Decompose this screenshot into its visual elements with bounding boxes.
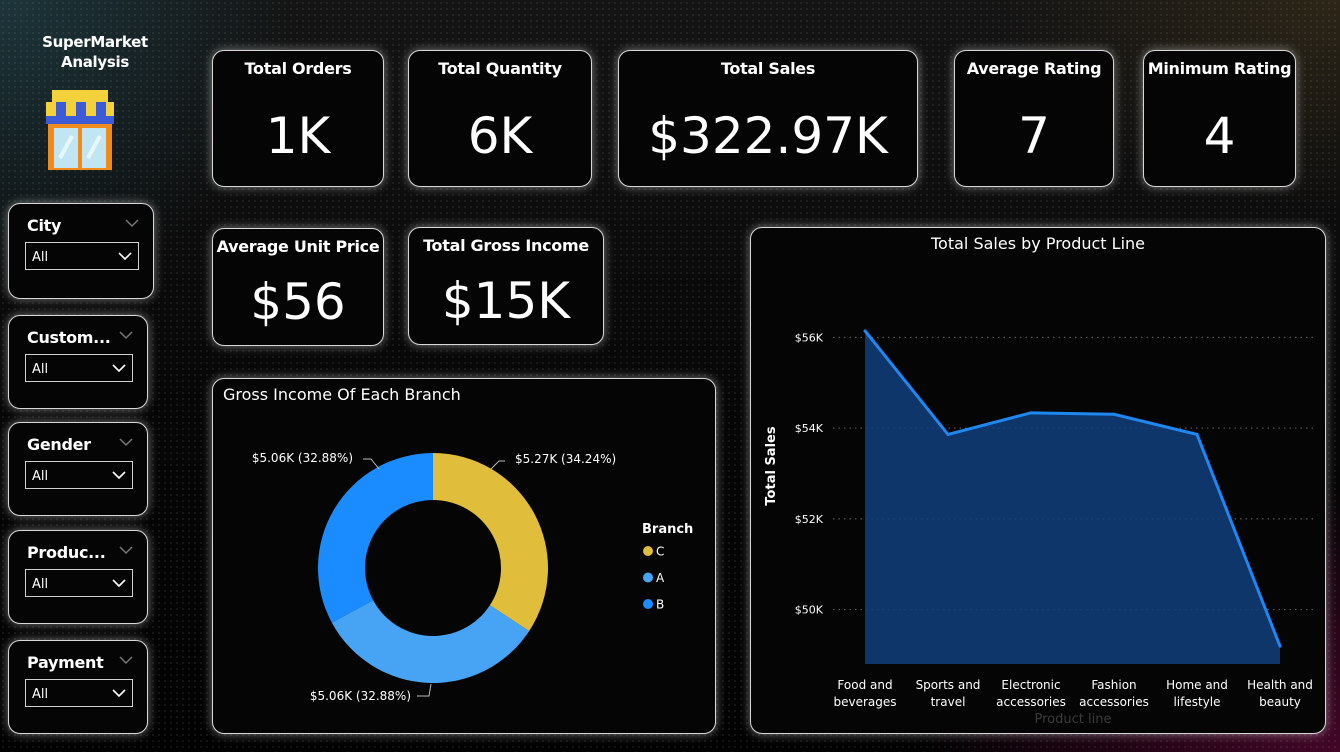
legend-marker [643,599,653,609]
slicer-gender: Gender All [8,422,148,516]
kpi-total-gross-income: Total Gross Income $15K [408,227,604,345]
kpi-value: 6K [467,107,533,165]
chevron-down-icon[interactable] [119,437,133,447]
kpi-total-orders: Total Orders 1K [212,50,384,187]
product-line-dropdown[interactable]: All [25,569,133,597]
chevron-down-icon [112,364,126,373]
app-title-line2: Analysis [61,53,129,71]
data-point[interactable] [1112,412,1116,416]
y-tick-label: $52K [795,513,824,526]
x-tick-label: Electronic accessories [996,678,1066,709]
chevron-down-icon[interactable] [125,218,139,228]
kpi-average-unit-price: Average Unit Price $56 [212,228,384,346]
kpi-average-rating: Average Rating 7 [954,50,1114,187]
x-tick-label: Sports and travel [916,678,981,709]
data-label: $5.06K (32.88%) [252,451,353,465]
x-tick-label: Home and lifestyle [1166,678,1228,709]
slicer-payment: Payment All [8,640,148,734]
chevron-down-icon [112,579,126,588]
leader-line [417,683,432,697]
data-label: $5.27K (34.24%) [515,452,616,466]
data-point[interactable] [1029,411,1033,415]
legend-item-c[interactable]: C [656,545,664,559]
kpi-total-quantity: Total Quantity 6K [408,50,592,187]
data-point[interactable] [1195,432,1199,436]
data-point[interactable] [946,432,950,436]
dropdown-value: All [32,250,49,265]
x-tick-label: Food and beverages [833,678,896,709]
kpi-label: Total Sales [720,59,816,78]
city-dropdown[interactable]: All [25,242,139,270]
slicer-label: City [27,216,62,235]
slicer-customer-type: Custom... All [8,315,148,409]
kpi-label: Minimum Rating [1147,59,1292,78]
slicer-label: Gender [27,435,91,454]
sales-by-product-line-chart: Total Sales by Product Line $50K $52K $54K… [750,227,1326,734]
leader-line [490,460,505,470]
legend-item-b[interactable]: B [656,598,664,612]
app-title: SuperMarket Analysis [10,32,180,72]
chevron-down-icon[interactable] [119,330,133,340]
kpi-value: 4 [1203,107,1236,165]
slicer-city: City All [8,203,154,299]
kpi-label: Average Rating [966,59,1102,78]
area-chart-svg: $50K $52K $54K $56K Food and beverages Sports… [764,329,1313,727]
kpi-label: Total Gross Income [423,236,589,255]
legend-marker [643,546,653,556]
donut-slice-c[interactable] [433,453,548,632]
chevron-down-icon [118,252,132,261]
x-tick-label: Fashion accessories [1079,678,1149,709]
legend-item-a[interactable]: A [656,571,665,585]
data-point[interactable] [1278,644,1282,648]
slicer-product-line: Produc... All [8,530,148,624]
dropdown-value: All [32,469,49,484]
data-point[interactable] [863,329,867,333]
kpi-value: 7 [1018,107,1050,165]
kpi-minimum-rating: Minimum Rating 4 [1143,50,1296,187]
kpi-value: $322.97K [648,107,888,165]
donut-chart-svg: $5.27K (34.24%) $5.06K (32.88%) $5.06K (32… [252,451,693,703]
slicer-label: Produc... [27,543,106,562]
legend-marker [643,572,653,583]
kpi-label: Total Orders [244,59,352,78]
app-title-line1: SuperMarket [42,33,148,51]
x-tick-label: Health and beauty [1247,678,1313,709]
kpi-label: Average Unit Price [216,237,380,256]
gross-income-chart: Gross Income Of Each Branch $5.27K (34.2… [212,378,716,734]
customer-type-dropdown[interactable]: All [25,354,133,382]
kpi-label: Total Quantity [438,59,562,78]
payment-dropdown[interactable]: All [25,679,133,707]
slicer-label: Custom... [27,328,111,347]
kpi-value: $56 [250,273,346,331]
y-tick-label: $50K [795,604,824,617]
gender-dropdown[interactable]: All [25,461,133,489]
kpi-value: 1K [265,107,331,165]
donut-slice-a[interactable] [331,600,530,683]
area-fill [865,330,1280,664]
chevron-down-icon[interactable] [119,545,133,555]
y-axis-label: Total Sales [764,426,779,505]
dropdown-value: All [32,577,49,592]
donut-slice-b[interactable] [318,453,433,623]
data-label: $5.06K (32.88%) [310,689,411,703]
chevron-down-icon [112,689,126,698]
kpi-value: $15K [441,272,571,330]
leader-line [363,458,380,470]
legend-title: Branch [642,522,693,537]
y-tick-label: $54K [795,422,824,435]
store-icon [40,88,120,170]
slicer-label: Payment [27,653,104,672]
x-axis-label: Product line [1035,712,1112,727]
y-tick-label: $56K [795,331,824,344]
dropdown-value: All [32,362,49,377]
chevron-down-icon[interactable] [119,655,133,665]
chevron-down-icon [112,471,126,480]
dropdown-value: All [32,687,49,702]
kpi-total-sales: Total Sales $322.97K [618,50,918,187]
